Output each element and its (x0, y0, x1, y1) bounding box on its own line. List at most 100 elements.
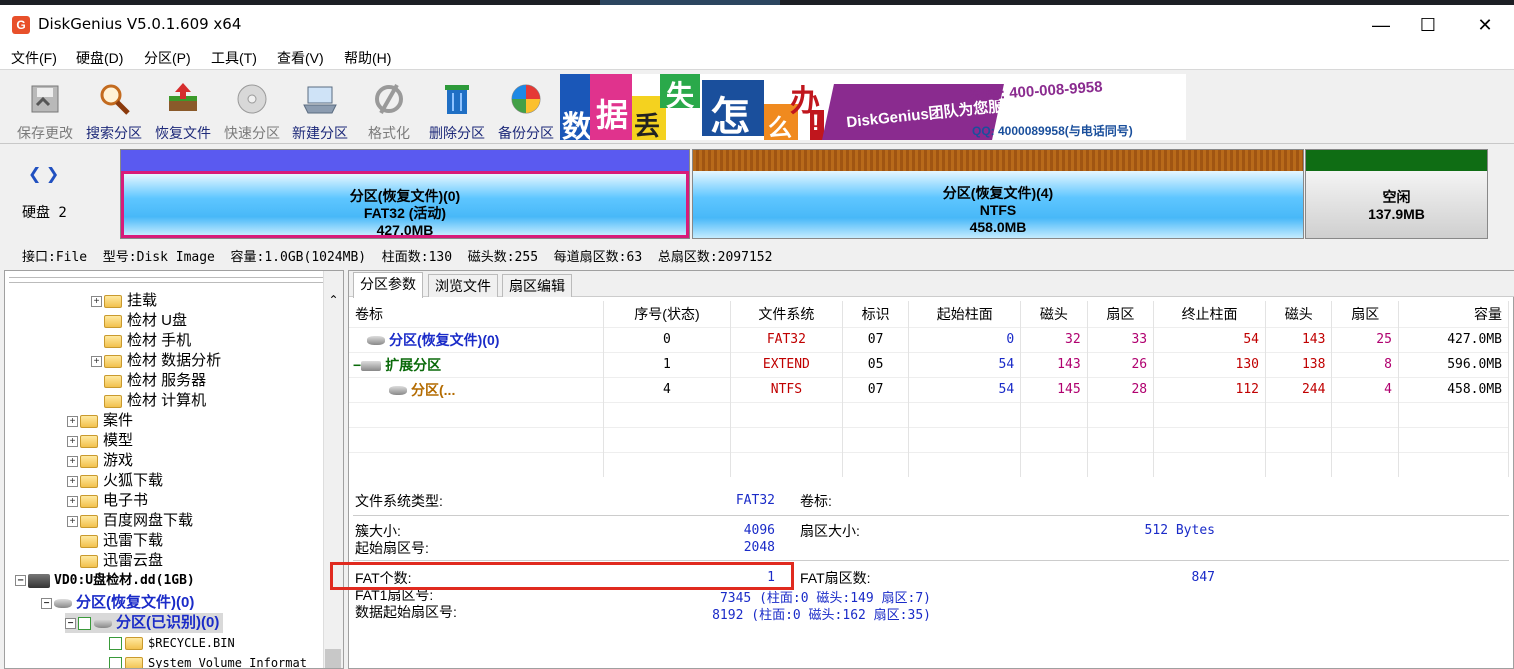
maximize-button[interactable]: ☐ (1405, 8, 1451, 42)
tree-folder-item[interactable]: + 游戏 (67, 451, 133, 471)
minimize-button[interactable]: — (1358, 8, 1404, 42)
tree-folder-recycle[interactable]: $RECYCLE.BIN (109, 633, 235, 653)
expand-icon[interactable]: + (67, 495, 78, 507)
info-divider (353, 560, 1509, 561)
table-cell (730, 451, 843, 477)
table-cell: 1 (603, 351, 731, 377)
tab-partition-params[interactable]: 分区参数 (353, 272, 423, 298)
tab-sector-editor[interactable]: 扇区编辑 (502, 274, 572, 297)
expand-icon[interactable]: + (67, 435, 78, 447)
tree-folder-item[interactable]: 检材 手机 (91, 331, 191, 351)
column-header[interactable]: 磁头 (1020, 301, 1088, 327)
table-cell (908, 451, 1022, 477)
checkbox[interactable] (109, 657, 122, 668)
tab-browse-files[interactable]: 浏览文件 (428, 274, 498, 297)
expand-icon[interactable]: + (67, 515, 78, 527)
recover-files-button[interactable]: 恢复文件 (148, 79, 218, 141)
save-changes-button[interactable]: 保存更改 (10, 79, 80, 141)
tree-folder-item[interactable]: 检材 U盘 (91, 311, 187, 331)
menu-file[interactable]: 文件(F) (11, 48, 57, 68)
table-cell (1020, 401, 1088, 427)
close-button[interactable]: ✕ (1462, 8, 1508, 42)
new-partition-button[interactable]: 新建分区 (285, 79, 355, 141)
tree-folder-item[interactable]: + 检材 数据分析 (91, 351, 221, 371)
expand-icon[interactable]: + (67, 455, 78, 467)
checkbox[interactable] (109, 637, 122, 650)
table-row[interactable]: 分区(恢复文件)(0) 0 FAT32 07 0 32 33 54 143 25 427.0MB (349, 326, 1510, 352)
partition-table: 卷标 序号(状态) 文件系统 标识 起始柱面 磁头 扇区 终止柱面 磁头 扇区 容量 分区(恢复文件… (349, 301, 1510, 477)
column-header[interactable]: 标识 (842, 301, 910, 327)
scroll-thumb[interactable] (325, 649, 341, 668)
directory-tree: + 挂载 检材 U盘 检材 手机 + 检材 数据分析 检材 服务器 检材 计算机 + 案件 + 模型 +… (4, 270, 344, 669)
expand-icon[interactable]: + (67, 475, 78, 487)
partition-type-bar (693, 150, 1303, 171)
collapse-icon[interactable]: − (15, 575, 26, 586)
column-header[interactable]: 卷标 (349, 301, 604, 327)
banner-ad[interactable]: 数 据 丢 失 怎 么 办 ! DiskGenius团队为您服务! 致电: 40… (560, 74, 1186, 140)
quick-partition-button[interactable]: 快速分区 (217, 79, 287, 141)
table-cell: 07 (842, 326, 910, 352)
tree-line-icon (91, 396, 102, 407)
tree-folder-item[interactable]: + 火狐下载 (67, 471, 163, 491)
partition-block-4[interactable]: 分区(恢复文件)(4) NTFS 458.0MB (692, 149, 1304, 239)
tree-folder-item[interactable]: 检材 服务器 (91, 371, 206, 391)
collapse-icon[interactable]: − (65, 617, 76, 629)
column-header[interactable]: 文件系统 (730, 301, 843, 327)
column-header[interactable]: 序号(状态) (603, 301, 731, 327)
format-button[interactable]: 格式化 (354, 79, 424, 141)
partition-size: 458.0MB (969, 219, 1027, 235)
tree-disk-node[interactable]: − VD0:U盘检材.dd(1GB) (15, 571, 195, 591)
tree-folder-item[interactable]: + 模型 (67, 431, 133, 451)
tree-partition-selected[interactable]: − 分区(已识别)(0) (65, 613, 224, 633)
tree-folder-item[interactable]: + 挂载 (91, 291, 157, 311)
partition-size: 137.9MB (1368, 206, 1425, 222)
checkbox[interactable] (78, 616, 91, 630)
partition-block-0[interactable]: 分区(恢复文件)(0) FAT32 (活动) 427.0MB (120, 149, 690, 239)
table-cell: − 扩展分区 (349, 351, 604, 377)
disk-nav-arrows[interactable]: ❮ ❯ (28, 164, 59, 184)
menu-view[interactable]: 查看(V) (277, 48, 324, 68)
tree-folder-item[interactable]: + 案件 (67, 411, 133, 431)
column-header[interactable]: 扇区 (1331, 301, 1399, 327)
scroll-up-icon[interactable]: ⌃ (324, 293, 343, 307)
tree-splitter[interactable] (9, 277, 325, 283)
column-header[interactable]: 起始柱面 (908, 301, 1022, 327)
column-header[interactable]: 容量 (1398, 301, 1510, 327)
expand-icon[interactable]: + (67, 415, 78, 427)
partition-body: 空闲 137.9MB (1306, 171, 1487, 238)
free-space-block[interactable]: 空闲 137.9MB (1305, 149, 1488, 239)
tree-disk-label: VD0:U盘检材.dd(1GB) (54, 573, 195, 588)
tree-folder-sysvol[interactable]: System Volume Informat (109, 653, 307, 668)
tree-partition-node[interactable]: − 分区(恢复文件)(0) (41, 593, 194, 613)
partition-name: 空闲 (1382, 189, 1411, 205)
expand-icon[interactable]: + (91, 295, 102, 307)
menu-tools[interactable]: 工具(T) (211, 48, 257, 68)
search-partition-button[interactable]: 搜索分区 (79, 79, 149, 141)
delete-partition-button[interactable]: 删除分区 (422, 79, 492, 141)
tree-folder-item[interactable]: + 百度网盘下载 (67, 511, 193, 531)
menu-disk[interactable]: 硬盘(D) (76, 48, 123, 68)
column-header[interactable]: 磁头 (1265, 301, 1333, 327)
backup-partition-button[interactable]: 备份分区 (491, 79, 561, 141)
partition-type-bar (121, 150, 689, 171)
menu-partition[interactable]: 分区(P) (144, 48, 191, 68)
new-partition-icon (303, 86, 337, 114)
tree-folder-item[interactable]: 检材 计算机 (91, 391, 206, 411)
tree-folder-item[interactable]: + 电子书 (67, 491, 148, 511)
collapse-icon[interactable]: − (353, 357, 361, 373)
tree-line-icon (91, 316, 102, 327)
table-cell (908, 426, 1022, 452)
table-cell: 54 (1153, 326, 1266, 352)
banner-char: 失 (666, 80, 695, 111)
column-header[interactable]: 终止柱面 (1153, 301, 1266, 327)
tree-scrollbar[interactable]: ⌃ (323, 271, 343, 668)
column-header[interactable]: 扇区 (1087, 301, 1155, 327)
collapse-icon[interactable]: − (41, 597, 52, 609)
table-row[interactable]: − 扩展分区 1 EXTEND 05 54 143 26 130 138 8 596.0MB (349, 351, 1510, 377)
expand-icon[interactable]: + (91, 355, 102, 367)
menu-help[interactable]: 帮助(H) (344, 48, 391, 68)
tree-folder-item[interactable]: 迅雷云盘 (67, 551, 163, 571)
tree-folder-item[interactable]: 迅雷下载 (67, 531, 163, 551)
disk-icon (28, 573, 50, 588)
table-row[interactable]: 分区(... 4 NTFS 07 54 145 28 112 244 4 458.0MB (349, 376, 1510, 402)
